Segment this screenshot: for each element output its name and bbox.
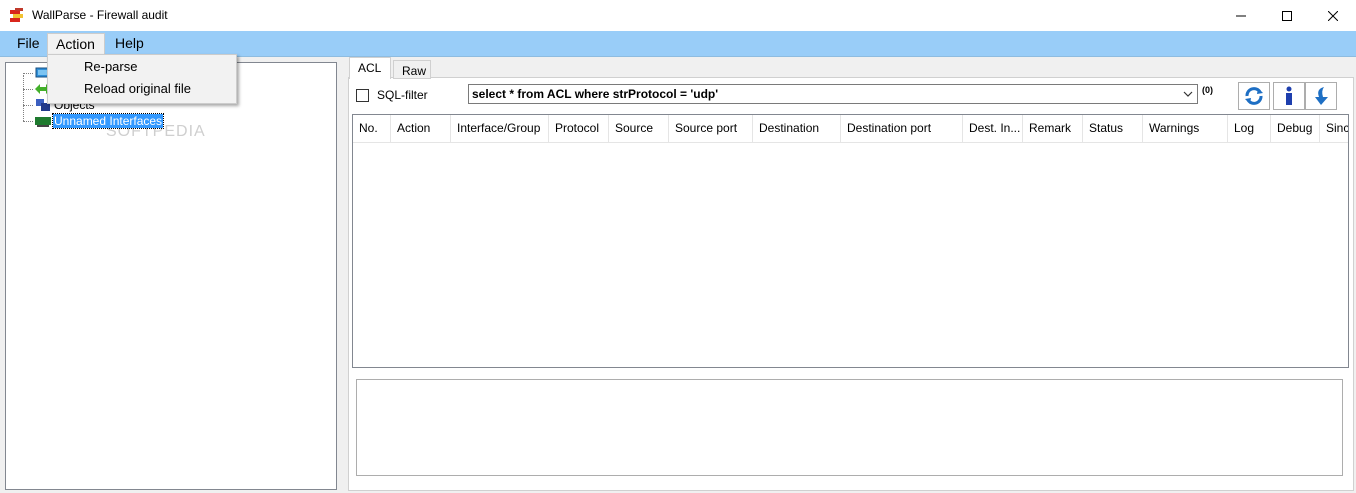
action-dropdown-menu: Re-parse Reload original file (47, 54, 237, 104)
network-card-icon (35, 117, 51, 127)
sql-filter-label: SQL-filter (377, 88, 428, 102)
chevron-down-icon[interactable] (1183, 88, 1193, 100)
column-header[interactable]: Destination (753, 115, 841, 142)
info-button[interactable] (1273, 82, 1305, 110)
tree-item-unnamed-interfaces[interactable]: Unnamed Interfaces (23, 113, 165, 129)
refresh-icon (1245, 87, 1263, 105)
info-icon (1286, 86, 1292, 105)
result-count: (0) (1202, 85, 1213, 95)
column-header[interactable]: Status (1083, 115, 1143, 142)
menu-help[interactable]: Help (107, 33, 152, 54)
column-header[interactable]: Sinc (1320, 115, 1348, 142)
menu-file[interactable]: File (9, 33, 48, 54)
sql-filter-input[interactable]: select * from ACL where strProtocol = 'u… (468, 84, 1198, 104)
column-header[interactable]: Dest. In... (963, 115, 1023, 142)
column-header[interactable]: Source (609, 115, 669, 142)
close-button[interactable] (1310, 0, 1356, 31)
close-icon (1328, 10, 1338, 21)
column-header[interactable]: Source port (669, 115, 753, 142)
column-header[interactable]: Protocol (549, 115, 609, 142)
minimize-icon (1236, 15, 1246, 16)
maximize-icon (1282, 10, 1292, 21)
column-header[interactable]: No. (353, 115, 391, 142)
tab-acl[interactable]: ACL (349, 57, 391, 79)
download-button[interactable] (1305, 82, 1337, 110)
tree-item-label: Unnamed Interfaces (51, 113, 165, 129)
tab-raw[interactable]: Raw (393, 60, 431, 79)
sql-filter-checkbox[interactable] (356, 89, 369, 102)
arrow-down-icon (1315, 87, 1328, 105)
column-header[interactable]: Debug (1271, 115, 1320, 142)
window-title: WallParse - Firewall audit (32, 8, 168, 22)
column-header[interactable]: Interface/Group (451, 115, 549, 142)
column-header[interactable]: Destination port (841, 115, 963, 142)
menu-action[interactable]: Action (47, 33, 105, 56)
tree-view[interactable]: SOFTPEDIA Objects Unnamed Interfaces (5, 62, 337, 490)
refresh-button[interactable] (1238, 82, 1270, 110)
title-bar: WallParse - Firewall audit (0, 0, 1356, 31)
column-header[interactable]: Action (391, 115, 451, 142)
column-header[interactable]: Log (1228, 115, 1271, 142)
app-icon (10, 8, 23, 22)
menu-item-re-parse[interactable]: Re-parse (49, 56, 235, 78)
column-header[interactable]: Warnings (1143, 115, 1228, 142)
grid-header: No. Action Interface/Group Protocol Sour… (353, 115, 1348, 143)
column-header[interactable]: Remark (1023, 115, 1083, 142)
minimize-button[interactable] (1218, 0, 1264, 31)
details-textarea[interactable] (356, 379, 1343, 476)
acl-grid[interactable]: No. Action Interface/Group Protocol Sour… (352, 114, 1349, 368)
sql-query-text: select * from ACL where strProtocol = 'u… (472, 87, 719, 101)
maximize-button[interactable] (1264, 0, 1310, 31)
menu-item-reload-original-file[interactable]: Reload original file (49, 78, 235, 100)
